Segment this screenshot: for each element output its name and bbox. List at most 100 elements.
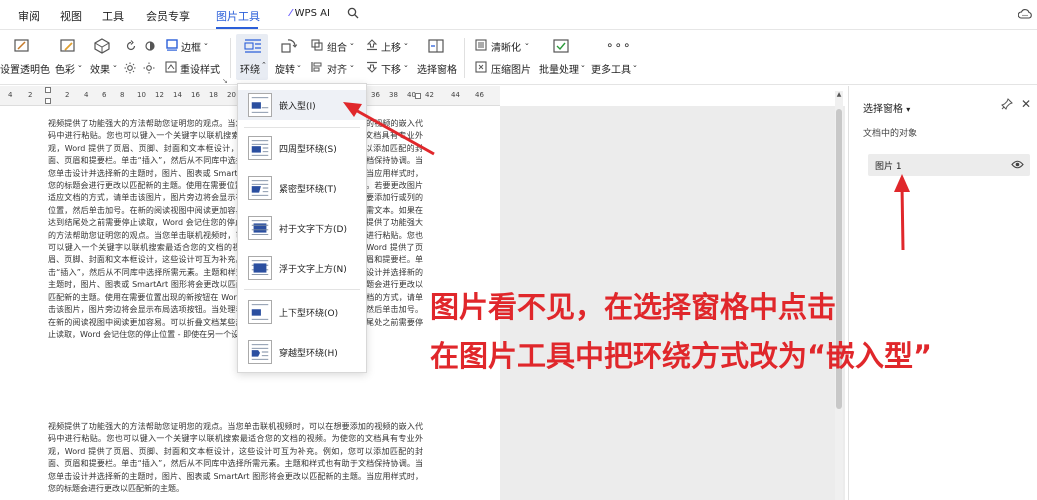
wrap-inline-icon <box>248 93 272 117</box>
pane-object-item[interactable]: 图片 1 <box>868 154 1030 176</box>
effect-icon <box>93 38 111 54</box>
ribbon-group-expand-icon[interactable]: ↘ <box>222 77 228 85</box>
wrap-through-option[interactable]: 穿越型环绕(H) <box>238 337 366 367</box>
send-backward-button[interactable]: 下移 <box>381 61 401 76</box>
menu-separator <box>244 289 360 290</box>
right-indent-marker[interactable] <box>415 93 421 99</box>
pane-object-name: 图片 1 <box>875 162 902 172</box>
rotate-icon <box>280 38 298 54</box>
wps-ai-icon: ⁄ <box>290 8 292 19</box>
ruler-tick: 2 <box>28 91 33 99</box>
wrap-in-front-option[interactable]: 浮于文字上方(N) <box>238 253 366 283</box>
pin-icon[interactable] <box>1001 98 1013 110</box>
set-transparent-icon <box>13 38 31 54</box>
contrast-icon[interactable] <box>143 62 155 74</box>
scroll-up-icon[interactable]: ▲ <box>835 91 843 101</box>
ruler-tick: 10 <box>137 91 146 99</box>
send-backward-dropdown-icon[interactable]: ⌄ <box>403 61 409 69</box>
ruler-tick: 38 <box>389 91 398 99</box>
color-button[interactable]: 色彩 <box>55 61 75 76</box>
set-transparent-button[interactable]: 设置透明色 <box>0 61 50 76</box>
sharpen-dropdown-icon[interactable]: ⌄ <box>524 39 530 47</box>
compress-button[interactable]: 压缩图片 <box>491 61 531 76</box>
compress-icon <box>475 61 487 73</box>
ruler-tick: 14 <box>173 91 182 99</box>
active-tab-underline <box>216 27 258 29</box>
wrap-top-bottom-icon <box>248 300 272 324</box>
wrap-in-front-icon <box>248 256 272 280</box>
vertical-scrollbar[interactable]: ▲ <box>835 91 843 500</box>
reset-style-button[interactable]: 重设样式 <box>180 61 220 76</box>
selection-pane-button[interactable]: 选择窗格 <box>417 61 457 76</box>
border-button[interactable]: 边框 <box>181 39 201 54</box>
align-button[interactable]: 对齐 <box>327 61 347 76</box>
effect-dropdown-icon[interactable]: ⌄ <box>112 61 118 69</box>
rotate-dropdown-icon[interactable]: ⌄ <box>296 61 302 69</box>
eye-icon[interactable] <box>1011 159 1024 170</box>
search-icon[interactable] <box>347 7 359 19</box>
wrap-option-label: 紧密型环绕(T) <box>279 185 337 195</box>
document-paragraph-2[interactable]: 视频提供了功能强大的方法帮助您证明您的观点。当您单击联机视频时，可以在想要添加的… <box>48 421 423 500</box>
sharpen-button[interactable]: 清晰化 <box>491 39 521 54</box>
align-dropdown-icon[interactable]: ⌄ <box>349 61 355 69</box>
wrap-inline-option[interactable]: 嵌入型(I) <box>238 90 366 120</box>
brightness-icon[interactable] <box>144 40 156 52</box>
bring-forward-button[interactable]: 上移 <box>381 39 401 54</box>
selection-pane-title-text: 选择窗格 <box>863 104 903 115</box>
menu-member[interactable]: 会员专享 <box>146 8 190 24</box>
wps-ai-label: WPS AI <box>294 8 330 19</box>
ruler-tick: 4 <box>84 91 89 99</box>
annotation-line-1: 图片看不见，在选择窗格中点击 <box>430 290 837 324</box>
wrap-behind-text-option[interactable]: 衬于文字下方(D) <box>238 213 366 243</box>
wrap-square-icon <box>248 136 272 160</box>
more-tools-dropdown-icon[interactable]: ⌄ <box>632 61 638 69</box>
selection-pane-title[interactable]: 选择窗格 ▾ <box>863 100 910 115</box>
batch-icon <box>552 38 570 54</box>
objects-in-document-label: 文档中的对象 <box>863 129 918 139</box>
wrap-dropdown-icon[interactable]: ⌃ <box>261 61 267 69</box>
ruler-tick: 20 <box>227 91 236 99</box>
menu-tools[interactable]: 工具 <box>102 8 124 24</box>
close-icon[interactable]: ✕ <box>1021 97 1031 111</box>
more-tools-button[interactable]: 更多工具 <box>591 61 631 76</box>
wrap-icon <box>244 38 262 54</box>
align-icon <box>311 61 323 73</box>
rotate-button[interactable]: 旋转 <box>275 61 295 76</box>
group-dropdown-icon[interactable]: ⌄ <box>349 39 355 47</box>
ruler-tick: 36 <box>371 91 380 99</box>
wps-ai-button[interactable]: ⁄ WPS AI <box>290 8 330 19</box>
batch-button[interactable]: 批量处理 <box>539 61 579 76</box>
menu-review[interactable]: 审阅 <box>18 8 40 24</box>
ruler-tick: 18 <box>209 91 218 99</box>
first-line-indent-marker[interactable] <box>45 87 51 93</box>
ruler-tick: 46 <box>475 91 484 99</box>
annotation-line-2: 在图片工具中把环绕方式改为“嵌入型” <box>430 339 933 373</box>
color-dropdown-icon[interactable]: ⌄ <box>77 61 83 69</box>
wrap-button[interactable]: 环绕 <box>240 61 260 76</box>
wrap-tight-icon <box>248 176 272 200</box>
wrap-behind-text-icon <box>248 216 272 240</box>
ruler-tick: 44 <box>451 91 460 99</box>
ruler-tick: 8 <box>120 91 125 99</box>
menu-picture-tools[interactable]: 图片工具 <box>216 8 260 24</box>
wrap-square-option[interactable]: 四周型环绕(S) <box>238 133 366 163</box>
border-dropdown-icon[interactable]: ⌄ <box>203 39 209 47</box>
wrap-dropdown-menu: 嵌入型(I) 四周型环绕(S) 紧密型环绕(T) 衬于文字下方(D) 浮于文字上… <box>237 83 367 373</box>
wrap-top-bottom-option[interactable]: 上下型环绕(O) <box>238 297 366 327</box>
send-backward-icon <box>366 61 378 73</box>
effect-button[interactable]: 效果 <box>90 61 110 76</box>
group-icon <box>311 39 323 51</box>
chevron-down-icon: ▾ <box>906 105 911 114</box>
group-button[interactable]: 组合 <box>327 39 347 54</box>
cloud-icon[interactable] <box>1017 8 1032 20</box>
wrap-tight-option[interactable]: 紧密型环绕(T) <box>238 173 366 203</box>
bring-forward-dropdown-icon[interactable]: ⌄ <box>403 39 409 47</box>
left-indent-marker[interactable] <box>45 98 51 104</box>
sun-icon[interactable] <box>124 62 136 74</box>
border-icon <box>166 39 178 51</box>
ribbon-separator <box>464 38 465 78</box>
menu-view[interactable]: 视图 <box>60 8 82 24</box>
rotate-left-icon[interactable] <box>125 40 137 52</box>
batch-dropdown-icon[interactable]: ⌄ <box>580 61 586 69</box>
sharpen-icon <box>475 39 487 51</box>
